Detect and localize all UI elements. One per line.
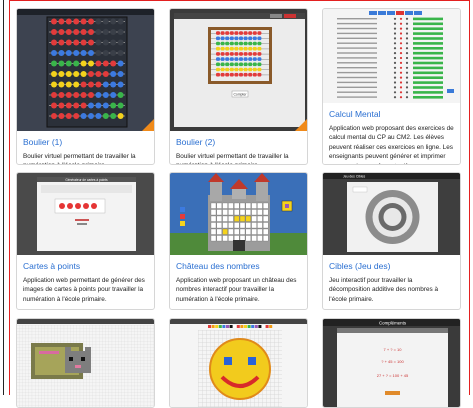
- app-card-cibles[interactable]: Jeu des Cibles Cibles (Jeu des) Jeu inte…: [322, 172, 461, 310]
- castle-thumbnail[interactable]: [170, 173, 307, 255]
- dot-cards-thumbnail[interactable]: Générateur de cartes à points: [17, 173, 154, 255]
- target-thumbnail[interactable]: Jeu des Cibles: [323, 173, 460, 255]
- card-description: Jeu interactif pour travailler la décomp…: [329, 276, 454, 304]
- left-edge-line: [3, 0, 4, 395]
- card-description: Boulier virtuel permettant de travailler…: [176, 152, 301, 165]
- app-card-boulier-2[interactable]: Compter Boulier (2) Boulier virtuel perm…: [169, 8, 308, 165]
- card-description: Boulier virtuel permettant de travailler…: [23, 152, 148, 165]
- card-description: Application web permettant de générer de…: [23, 276, 148, 304]
- abacus-count-label: Compter: [233, 93, 247, 97]
- card-title[interactable]: Calcul Mental: [329, 103, 454, 119]
- app-card-cartes-a-points[interactable]: Générateur de cartes à points Cartes à p…: [16, 172, 155, 310]
- card-title[interactable]: Cibles (Jeu des): [329, 261, 454, 271]
- abacus-dark-thumbnail[interactable]: [17, 9, 154, 131]
- dot-cards-header: Générateur de cartes à points: [65, 178, 108, 182]
- card-title[interactable]: Boulier (2): [176, 137, 301, 147]
- card-description: Application web proposant un château des…: [176, 276, 301, 304]
- target-header: Jeu des Cibles: [343, 175, 366, 179]
- card-title[interactable]: Cartes à points: [23, 261, 148, 271]
- app-card-calcul-mental[interactable]: Calcul Mental Application web proposant …: [322, 8, 461, 165]
- card-title[interactable]: Château des nombres: [176, 261, 301, 271]
- complements-header: Compléments: [379, 321, 407, 326]
- complement-line-b: ? + 45 = 100: [381, 359, 404, 364]
- app-card-boulier-1[interactable]: Boulier (1) Boulier virtuel permettant d…: [16, 8, 155, 165]
- abacus-light-thumbnail[interactable]: Compter: [170, 9, 307, 131]
- card-description: Application web proposant des exercices …: [329, 124, 454, 165]
- card-title[interactable]: Boulier (1): [23, 137, 148, 147]
- complement-line-a: 7 + ? = 10: [383, 347, 402, 352]
- complement-line-c: 27 + ? = 100 + 45: [377, 373, 409, 378]
- app-card-chateau-des-nombres[interactable]: Château des nombres Application web prop…: [169, 172, 308, 310]
